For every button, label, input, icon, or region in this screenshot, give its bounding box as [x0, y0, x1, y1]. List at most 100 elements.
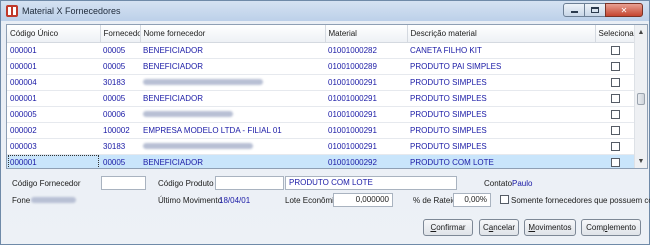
cell-material[interactable]: 01001000291 [325, 106, 407, 123]
cell-material[interactable]: 01001000291 [325, 74, 407, 91]
table-row[interactable]: 000001 00005 BENEFICIADOR 01001000282 CANETA… [7, 42, 636, 59]
cell-material[interactable]: 01001000282 [325, 42, 407, 59]
selecionado-checkbox[interactable] [611, 93, 620, 103]
cell-material[interactable]: 01001000291 [325, 90, 407, 107]
selecionado-checkbox[interactable] [611, 125, 620, 135]
column-header-fornecedor[interactable]: Fornecedor [100, 25, 141, 43]
cell-codigo-unico[interactable]: 000001 [7, 90, 100, 107]
cell-descricao-material[interactable]: PRODUTO SIMPLES [407, 74, 595, 91]
cell-descricao-material[interactable]: CANETA FILHO KIT [407, 42, 595, 59]
cell-nome-fornecedor[interactable]: BENEFICIADOR [140, 154, 325, 168]
cell-descricao-material[interactable]: PRODUTO SIMPLES [407, 90, 595, 107]
redacted-supplier-name [143, 143, 253, 150]
column-header-material[interactable]: Material [325, 25, 408, 43]
rateio-input[interactable]: 0,00% [453, 193, 491, 207]
scroll-down-arrow-icon[interactable]: ▼ [635, 154, 647, 168]
cell-descricao-material[interactable]: PRODUTO SIMPLES [407, 106, 595, 123]
cell-fornecedor[interactable]: 30183 [100, 138, 140, 155]
cell-descricao-material[interactable]: PRODUTO PAI SIMPLES [407, 58, 595, 75]
cell-codigo-unico[interactable]: 000001 [7, 42, 100, 59]
cell-selecionado[interactable] [595, 138, 636, 155]
cell-material[interactable]: 01001000289 [325, 58, 407, 75]
cell-descricao-material[interactable]: PRODUTO SIMPLES [407, 138, 595, 155]
column-header-selecionado[interactable]: Selecionado [595, 25, 637, 43]
material-fornecedores-window: Material X Fornecedores ✕ Código Único F… [0, 0, 650, 245]
codigo-produto-input[interactable] [215, 176, 284, 190]
title-bar[interactable]: Material X Fornecedores ✕ [1, 1, 649, 21]
table-row[interactable]: 000003 30183 01001000291 PRODUTO SIMPLES [7, 138, 636, 155]
table-row[interactable]: 000001 00005 BENEFICIADOR 01001000291 PRODUT… [7, 90, 636, 107]
cell-selecionado[interactable] [595, 42, 636, 59]
column-header-nome-fornecedor[interactable]: Nome fornecedor [140, 25, 326, 43]
table-row[interactable]: 000004 30183 01001000291 PRODUTO SIMPLES [7, 74, 636, 91]
cell-selecionado[interactable] [595, 154, 636, 168]
scrollbar-thumb[interactable] [637, 93, 645, 105]
cell-fornecedor[interactable]: 00005 [100, 42, 140, 59]
cell-fornecedor[interactable]: 30183 [100, 74, 140, 91]
maximize-icon [591, 7, 599, 13]
ultimo-movimento-label: Último Movimento [158, 196, 223, 205]
cell-fornecedor[interactable]: 100002 [100, 122, 140, 139]
cell-nome-fornecedor[interactable] [140, 74, 325, 91]
selecionado-checkbox[interactable] [611, 157, 620, 167]
cancelar-button[interactable]: Ca ncelar [479, 219, 519, 236]
somente-fornecedores-checkbox[interactable] [500, 195, 509, 204]
close-button[interactable]: ✕ [605, 3, 643, 17]
confirmar-button[interactable]: Confirmar [423, 219, 473, 236]
cell-codigo-unico[interactable]: 000002 [7, 122, 100, 139]
cell-selecionado[interactable] [595, 90, 636, 107]
cell-nome-fornecedor[interactable]: BENEFICIADOR [140, 58, 325, 75]
cell-codigo-unico[interactable]: 000003 [7, 138, 100, 155]
cell-material[interactable]: 01001000292 [325, 154, 407, 168]
lote-economico-input[interactable]: 0,000000 [333, 193, 393, 207]
cell-fornecedor[interactable]: 00005 [100, 58, 140, 75]
cell-codigo-unico[interactable]: 000004 [7, 74, 100, 91]
complemento-button[interactable]: Com p lemento [581, 219, 641, 236]
scroll-up-arrow-icon[interactable]: ▲ [635, 25, 647, 39]
cell-material[interactable]: 01001000291 [325, 122, 407, 139]
cell-material[interactable]: 01001000291 [325, 138, 407, 155]
codigo-produto-label: Código Produto [158, 179, 214, 188]
selecionado-checkbox[interactable] [611, 45, 620, 55]
cell-codigo-unico[interactable]: 000001 [7, 154, 100, 168]
cell-codigo-unico[interactable]: 000005 [7, 106, 100, 123]
cell-fornecedor[interactable]: 00005 [100, 154, 140, 168]
cell-nome-fornecedor[interactable] [140, 106, 325, 123]
cancelar-label-post: ncelar [493, 223, 516, 232]
table-row[interactable]: 000002 100002 EMPRESA MODELO LTDA - FILIAL… [7, 122, 636, 139]
cell-selecionado[interactable] [595, 122, 636, 139]
cell-nome-fornecedor[interactable]: BENEFICIADOR [140, 42, 325, 59]
grid-vertical-scrollbar[interactable]: ▲ ▼ [634, 25, 647, 168]
table-row[interactable]: 000001 00005 BENEFICIADOR 01001000289 PRODUT… [7, 58, 636, 75]
selecionado-checkbox[interactable] [611, 77, 620, 87]
movimentos-accelerator: M [528, 223, 536, 232]
cell-selecionado[interactable] [595, 74, 636, 91]
selecionado-checkbox[interactable] [611, 141, 620, 151]
cell-selecionado[interactable] [595, 58, 636, 75]
column-header-descricao-material[interactable]: Descrição material [407, 25, 596, 43]
cell-descricao-material[interactable]: PRODUTO COM LOTE [407, 154, 595, 168]
fornecedores-grid[interactable]: Código Único Fornecedor Nome fornecedor … [6, 24, 648, 169]
movimentos-label-post: ovimentos [535, 223, 572, 232]
cell-fornecedor[interactable]: 00005 [100, 90, 140, 107]
selecionado-checkbox[interactable] [611, 61, 620, 71]
table-row[interactable]: 000005 00006 01001000291 PRODUTO SIMPLES [7, 106, 636, 123]
column-header-codigo-unico[interactable]: Código Único [7, 25, 101, 43]
redacted-supplier-name [143, 79, 263, 86]
cell-nome-fornecedor[interactable] [140, 138, 325, 155]
table-row[interactable]: 000001 00005 BENEFICIADOR 01001000292 PRODUT… [7, 154, 636, 168]
movimentos-button[interactable]: Movimentos [524, 219, 576, 236]
app-icon [6, 5, 18, 17]
cell-selecionado[interactable] [595, 106, 636, 123]
cell-descricao-material[interactable]: PRODUTO SIMPLES [407, 122, 595, 139]
cell-codigo-unico[interactable]: 000001 [7, 58, 100, 75]
maximize-button[interactable] [584, 3, 606, 17]
codigo-fornecedor-input[interactable] [101, 176, 146, 190]
minimize-button[interactable] [563, 3, 585, 17]
cell-nome-fornecedor[interactable]: EMPRESA MODELO LTDA - FILIAL 01 [140, 122, 325, 139]
cell-nome-fornecedor[interactable]: BENEFICIADOR [140, 90, 325, 107]
confirmar-label-post: onfirmar [436, 223, 466, 232]
cell-fornecedor[interactable]: 00006 [100, 106, 140, 123]
selecionado-checkbox[interactable] [611, 109, 620, 119]
grid-table: Código Único Fornecedor Nome fornecedor … [7, 25, 637, 168]
